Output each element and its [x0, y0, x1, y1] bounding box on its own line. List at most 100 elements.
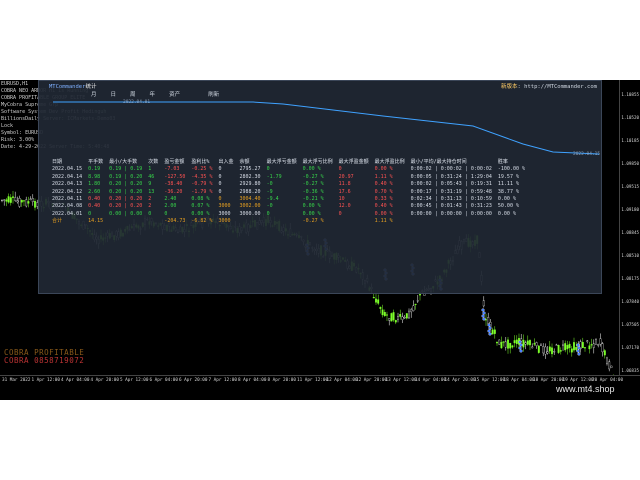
table-cell: 0 — [148, 210, 152, 217]
time-tick: 31 Mar 2022 — [2, 378, 31, 383]
table-cell: -38.40 — [164, 181, 183, 188]
time-axis[interactable]: 31 Mar 2022 1 Apr 12:00 4 Apr 04:00 4 Apr 2… — [0, 375, 640, 400]
candle-body — [606, 357, 608, 365]
table-cell: -9.4 — [266, 196, 279, 203]
candle-body — [610, 365, 613, 368]
table-row: 2022.04.15 0.19 0.19 | 0.19 1 -7.03 -0.25 % 0 2… — [49, 166, 528, 173]
table-cell — [495, 218, 528, 225]
candle-body — [542, 346, 545, 354]
table-cell: -7.03 — [164, 166, 180, 173]
table-cell: -0.36 % — [302, 188, 324, 195]
table-cell: 0.40 — [88, 203, 101, 210]
candle-body — [3, 199, 6, 201]
trade-marker — [481, 314, 485, 318]
table-cell: 11.11 % — [497, 181, 519, 188]
candle-body — [401, 316, 404, 320]
table-cell: -1.79 % — [191, 188, 213, 195]
candle-body — [566, 344, 569, 350]
price-chart[interactable]: EURUSD,H1COBRA NEO ARMOR H1 Is RunningCO… — [0, 80, 640, 400]
candle-body — [18, 198, 21, 207]
table-cell: 12.0 — [338, 203, 351, 210]
table-cell: 0 — [266, 210, 270, 217]
cobra-id-label: COBRA 0858719072 — [4, 356, 85, 365]
table-cell: 0 — [338, 166, 342, 173]
table-cell: 2.40 — [164, 196, 177, 203]
candle-body — [553, 351, 556, 353]
table-cell: 1.11 % — [374, 218, 393, 225]
candle-body — [544, 346, 547, 355]
table-header: 盈利比% — [191, 159, 210, 165]
table-cell: 14.15 — [88, 218, 104, 225]
table-cell: 0.40 — [88, 196, 101, 203]
table-cell: 0.40 % — [374, 203, 393, 210]
table-cell: 0:02:34 | 0:31:13 | 0:10:59 — [410, 196, 492, 203]
candle-body — [504, 341, 507, 348]
candle-body — [595, 339, 597, 345]
candle-body — [14, 197, 17, 201]
table-cell: 0 — [218, 166, 222, 173]
table-row: 2022.04.13 1.80 0.20 | 0.20 9 -38.40 -0.79 % 0… — [49, 181, 528, 188]
candle-body — [590, 344, 593, 346]
trade-marker — [488, 332, 492, 336]
table-cell: 50.00 % — [497, 203, 519, 210]
table-cell: 2 — [148, 196, 152, 203]
table-cell: 38.77 % — [497, 188, 519, 195]
table-header: 日期 — [52, 159, 63, 165]
table-cell: 0.00 % — [497, 196, 516, 203]
table-cell: 17.6 — [338, 188, 351, 195]
table-cell: 13 — [148, 188, 155, 195]
table-cell: 11.8 — [338, 181, 351, 188]
trade-marker — [482, 311, 486, 315]
candle-body — [25, 199, 28, 207]
table-header: 最大浮盈金额 — [338, 159, 369, 165]
candle-body — [414, 303, 417, 306]
table-cell: 0.20 | 0.20 — [109, 196, 143, 203]
panel-link[interactable]: 新版本: http://MTCommander.com — [501, 82, 597, 90]
candle-body — [7, 196, 10, 203]
statistics-panel[interactable]: MTCommander统计 新版本: http://MTCommander.co… — [38, 80, 602, 294]
candle-body — [511, 345, 514, 348]
candle-body — [500, 342, 503, 349]
table-cell: 2022.04.13 — [52, 181, 83, 188]
candle-body — [410, 309, 413, 313]
candle-body — [31, 198, 34, 203]
table-header: 最大浮亏比例 — [302, 159, 333, 165]
table-cell: 0.08 % — [191, 196, 210, 203]
candle-body — [498, 339, 501, 345]
candle-body — [493, 329, 496, 334]
table-cell: 0.07 % — [191, 203, 210, 210]
trade-marker — [519, 349, 523, 353]
candle-body — [599, 338, 602, 345]
candle-body — [487, 317, 490, 324]
price-axis[interactable]: 1.10855 1.10520 1.10185 1.09850 1.09515 1.091… — [619, 80, 640, 376]
time-tick: 11 Apr 12:00 — [297, 378, 329, 383]
trade-marker — [576, 343, 580, 347]
table-row: 2022.04.11 0.40 0.20 | 0.20 2 2.40 0.08 % 0 300… — [49, 196, 528, 203]
table-header: 最小/平均/最大持仓时间 — [410, 159, 467, 165]
price-tick: 1.09180 — [621, 207, 639, 212]
candle-body — [23, 200, 25, 202]
bottom-margin — [0, 400, 640, 480]
table-cell: -0.27 % — [302, 218, 324, 225]
table-cell: 0.33 % — [374, 196, 393, 203]
website-link[interactable]: http://MTCommander.com — [524, 84, 597, 90]
trade-marker — [488, 326, 492, 330]
table-cell: 0 — [164, 210, 168, 217]
table-cell: 9 — [148, 181, 152, 188]
candle-body — [581, 342, 584, 349]
new-version-link[interactable]: 新版本 — [501, 84, 518, 90]
table-row: 2022.04.01 0 0.00 | 0.00 0 0 0.00 % 3000 3000.0… — [49, 211, 528, 218]
table-cell: 0.00 % — [302, 210, 321, 217]
price-tick: 1.08845 — [621, 230, 639, 235]
table-cell: 2022.04.15 — [52, 166, 83, 173]
table-cell: 0.00 % — [497, 210, 516, 217]
table-cell: 0.00 % — [302, 203, 321, 210]
candle-body — [388, 318, 391, 321]
table-cell: 1 — [148, 166, 152, 173]
candle-body — [586, 340, 589, 342]
table-row: 2022.04.08 0.40 0.20 | 0.20 2 2.00 0.07 % 3000… — [49, 203, 528, 210]
table-row: 2022.04.12 2.60 0.20 | 0.20 13 -36.20 -1.79 %… — [49, 189, 528, 196]
table-row: 2022.04.14 8.98 0.19 | 0.20 46 -127.50 -4.35 … — [49, 174, 528, 181]
time-tick: 19 Apr 12:00 — [562, 378, 594, 383]
candle-body — [12, 196, 14, 198]
